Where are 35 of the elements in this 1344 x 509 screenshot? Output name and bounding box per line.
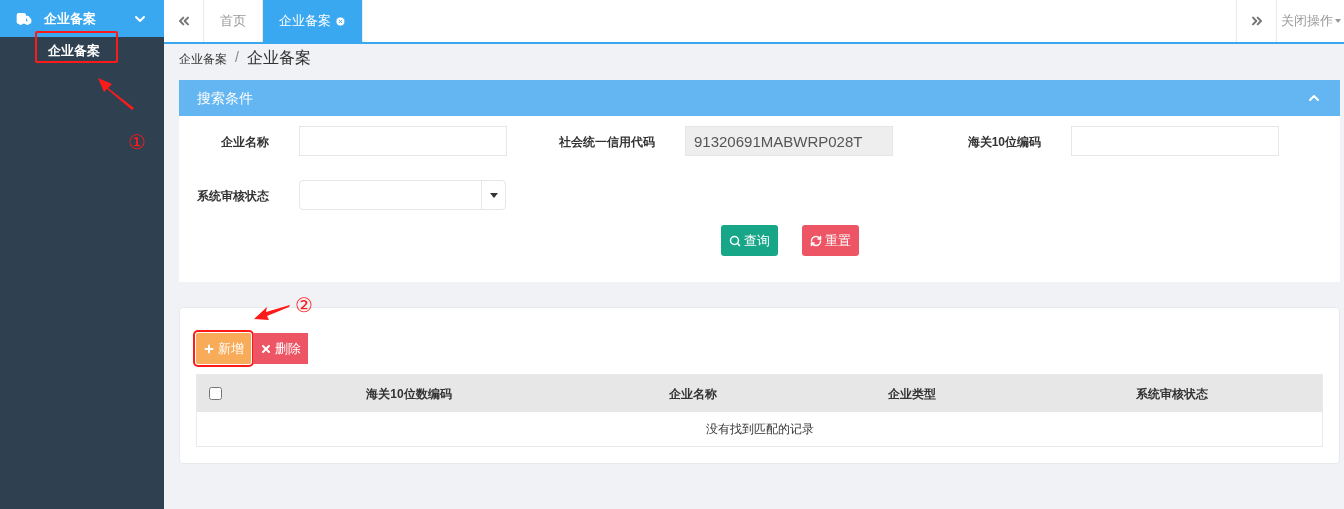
breadcrumb-separator: / (234, 48, 240, 67)
field-label: 企业名称 (220, 134, 270, 150)
close-icon[interactable] (335, 15, 346, 27)
column-header: 企业名称 (668, 385, 718, 403)
panel-title: 搜索条件 (197, 88, 254, 108)
column-header: 企业类型 (887, 385, 937, 403)
breadcrumb-link[interactable]: 企业备案 (179, 50, 227, 68)
delete-button[interactable]: 删除 (253, 333, 308, 364)
input-field[interactable] (1071, 126, 1279, 156)
column-header: 海关10位数编码 (365, 385, 453, 403)
sidebar-menu-item[interactable]: 企业备案 (0, 0, 164, 37)
field-label: 海关10位编码 (966, 134, 1042, 150)
step-number: ① (128, 130, 146, 154)
select-all-checkbox[interactable] (209, 387, 222, 400)
truck-icon (16, 10, 32, 27)
step-number: ② (295, 293, 313, 317)
empty-message: 没有找到匹配的记录 (705, 421, 814, 438)
input-field[interactable] (299, 126, 507, 156)
plus-icon (203, 342, 215, 355)
x-icon (260, 342, 272, 355)
close-menu-button[interactable]: 关闭操作 (1276, 0, 1344, 42)
column-header: 系统审核状态 (1135, 385, 1209, 403)
field-label: 社会统一信用代码 (558, 134, 656, 150)
add-button[interactable]: 新增 (196, 333, 251, 364)
refresh-icon (809, 234, 822, 247)
field-label: 系统审核状态 (196, 188, 270, 204)
arrow-icon (98, 78, 136, 110)
breadcrumb-current: 企业备案 (246, 48, 311, 68)
caret-icon (489, 192, 498, 198)
sidebar-subitem[interactable]: 企业备案 (0, 37, 164, 65)
search-icon (728, 234, 741, 247)
search-button[interactable]: 查询 (720, 225, 778, 256)
tab[interactable]: 企业备案 (263, 0, 363, 42)
reset-button[interactable]: 重置 (801, 225, 859, 256)
arrow-icon (254, 303, 290, 321)
